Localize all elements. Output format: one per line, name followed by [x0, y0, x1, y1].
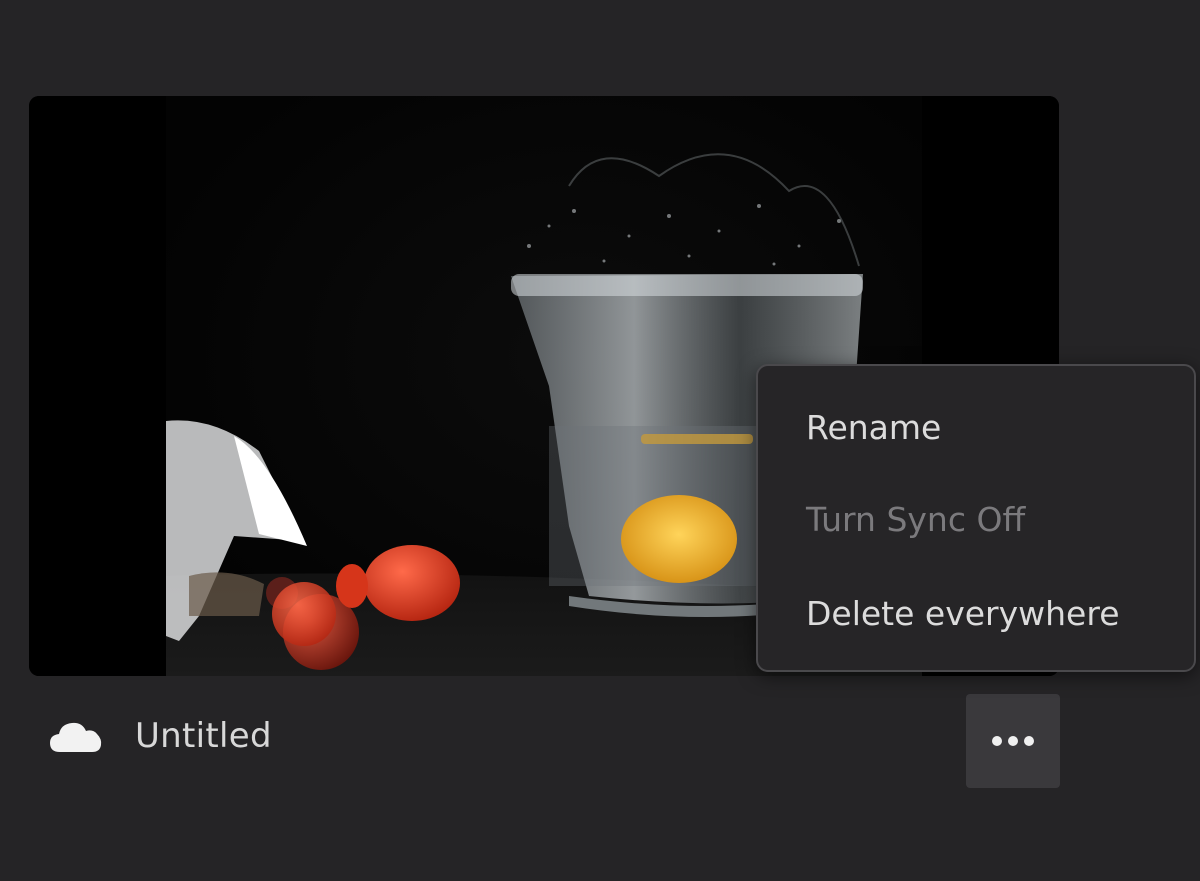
context-menu: Rename Turn Sync Off Delete everywhere — [756, 364, 1196, 672]
menu-item-delete-everywhere[interactable]: Delete everywhere — [806, 594, 1120, 633]
more-options-button[interactable] — [966, 694, 1060, 788]
more-horizontal-icon — [992, 736, 1034, 746]
menu-item-turn-sync-off: Turn Sync Off — [806, 500, 1026, 539]
card-footer: Untitled — [0, 690, 1200, 790]
cloud-icon — [50, 722, 102, 752]
menu-item-rename[interactable]: Rename — [806, 408, 941, 447]
document-title[interactable]: Untitled — [135, 716, 272, 756]
